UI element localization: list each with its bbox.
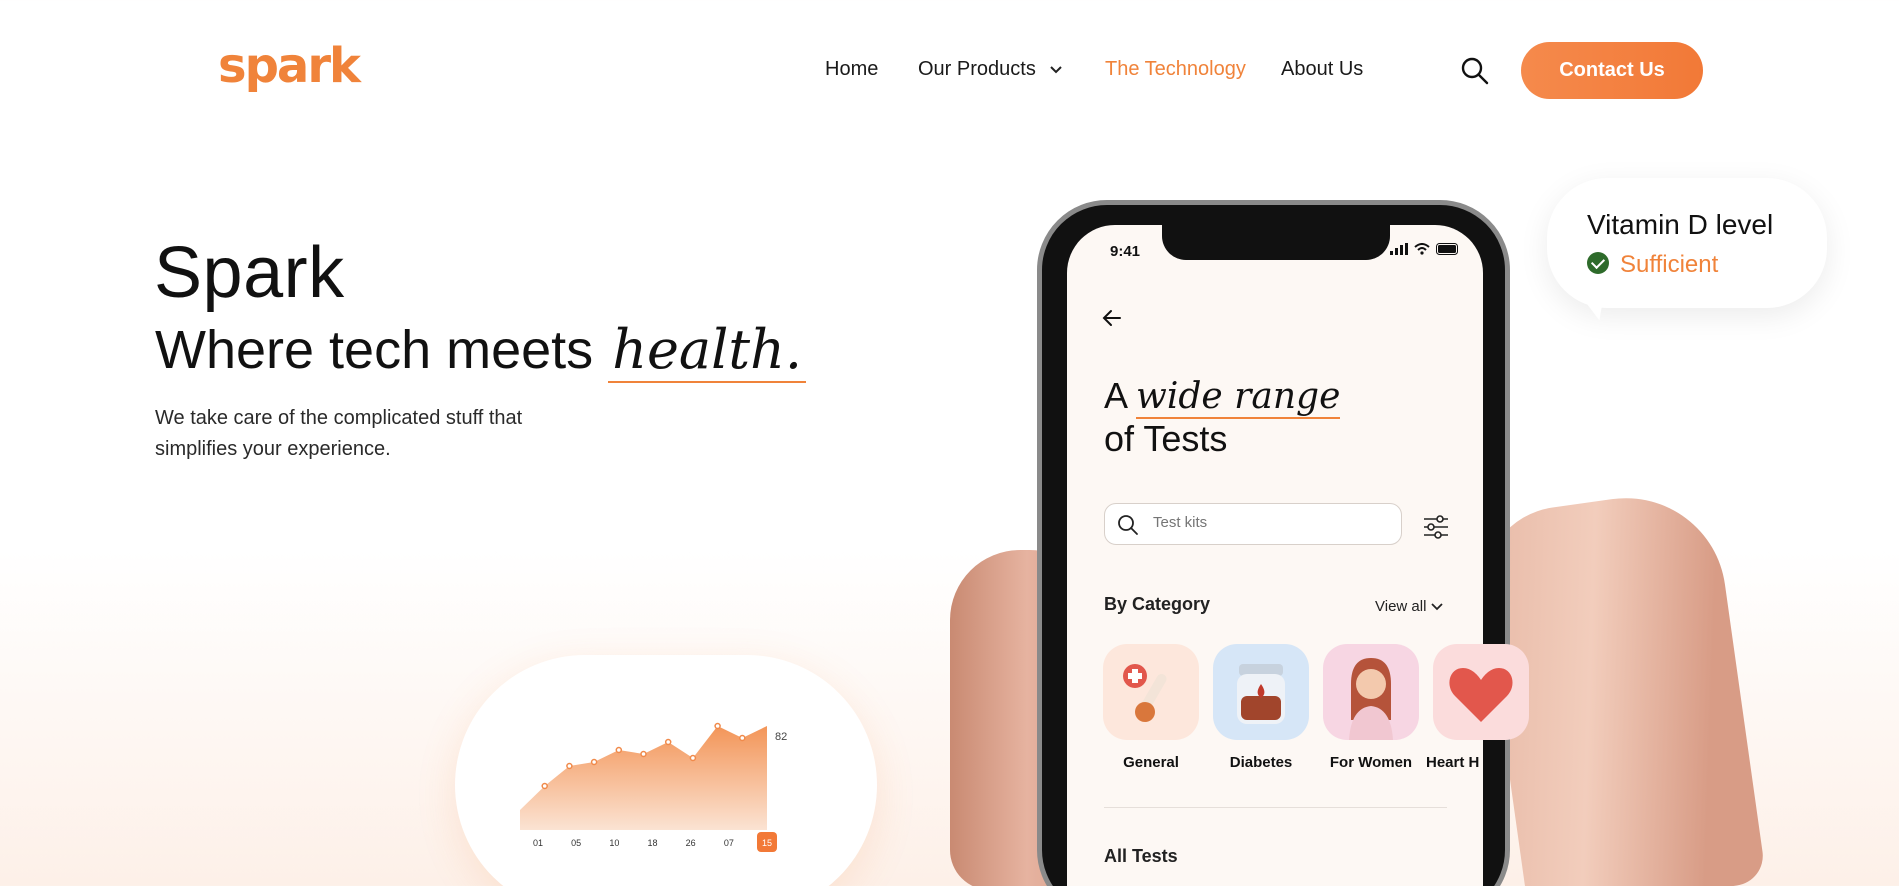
section-divider [1104,807,1447,808]
nav-about-us[interactable]: About Us [1281,58,1363,81]
phone-notch [1162,222,1390,260]
category-for-women-label: For Women [1329,754,1413,771]
thermometer-icon [1123,664,1167,722]
heart-icon [1449,668,1513,722]
trend-chart: 82 01 05 10 18 26 07 15 [520,720,797,852]
chart-point [714,722,721,730]
category-heart-health-tile[interactable] [1433,644,1529,740]
chevron-down-icon [1050,66,1063,74]
battery-icon [1436,243,1458,255]
chart-point [590,758,598,766]
category-diabetes-label: Diabetes [1229,754,1293,771]
chart-point [615,746,623,754]
chart-highlight-value: 82 [775,731,787,743]
category-general-tile[interactable] [1103,644,1199,740]
screen-title-prefix: A [1104,375,1127,416]
view-all-link[interactable]: View all [1375,598,1443,615]
chevron-down-icon [1430,603,1443,611]
vitamin-d-card [1547,178,1827,308]
hero-subtitle-script-text: health [612,318,785,381]
hero-subtitle-dot: . [784,318,803,381]
category-general-label: General [1123,754,1179,771]
chart-x-tick-label: 07 [724,838,734,848]
search-button[interactable] [1460,56,1490,86]
hero-title: Spark [154,233,345,313]
check-circle-icon [1587,252,1609,274]
hero-subtitle: Where tech meets health. [155,318,807,383]
chart-x-tick-label: 01 [533,838,543,848]
hero-subtitle-prefix: Where tech meets [155,320,594,380]
category-heart-health-label: Heart H [1426,754,1480,771]
category-for-women-tile[interactable] [1323,644,1419,740]
status-time: 9:41 [1110,243,1141,260]
chart-point [566,762,573,770]
test-kit-search-input[interactable] [1153,514,1383,531]
screen-title-line1: A wide range [1104,375,1341,419]
view-all-label: View all [1375,598,1427,615]
blood-jar-icon [1237,664,1285,724]
hero-description: We take care of the complicated stuff th… [155,407,523,460]
phone-screen [1067,225,1483,886]
screen-title-line2: of Tests [1104,418,1228,459]
nav-our-products-label: Our Products [918,58,1036,80]
all-tests-heading: All Tests [1104,846,1178,866]
chart-x-tick-label: 18 [647,838,657,848]
chart-area [520,726,767,830]
chart-x-tick-label: 26 [686,838,696,848]
signal-icon [1390,243,1408,255]
woman-avatar-icon [1349,658,1393,740]
chart-point [739,734,746,742]
vitamin-d-card-tail [1569,287,1605,321]
category-diabetes-tile[interactable] [1213,644,1309,740]
filter-sliders-icon[interactable] [1423,514,1449,540]
chart-tooltip [767,720,797,770]
chart-point [689,754,697,762]
test-kit-search-field[interactable] [1104,503,1402,545]
nav-the-technology[interactable]: The Technology [1105,58,1246,81]
nav-our-products[interactable]: Our Products [918,58,1063,81]
chart-point [664,738,672,746]
screen-title-script: wide range [1136,376,1341,419]
chart-point [640,750,647,758]
status-icons [1390,243,1460,255]
contact-us-button[interactable]: Contact Us [1521,42,1703,99]
spark-logo[interactable]: spark [218,38,361,94]
nav-home[interactable]: Home [825,58,878,81]
hero-subtitle-script: health. [608,318,807,383]
search-icon [1461,57,1489,85]
back-arrow-icon[interactable] [1100,306,1124,330]
chart-x-tick-label: 05 [571,838,581,848]
vitamin-d-status: Sufficient [1620,251,1719,278]
chart-point [541,782,548,790]
vitamin-d-title: Vitamin D level [1587,209,1774,240]
chart-x-tick-label: 10 [609,838,619,848]
by-category-heading: By Category [1104,594,1211,614]
screen-title: A wide range of Tests [1104,375,1341,460]
wifi-icon [1414,243,1430,255]
chart-x-tick-label: 15 [762,838,772,848]
search-icon [1118,515,1138,535]
